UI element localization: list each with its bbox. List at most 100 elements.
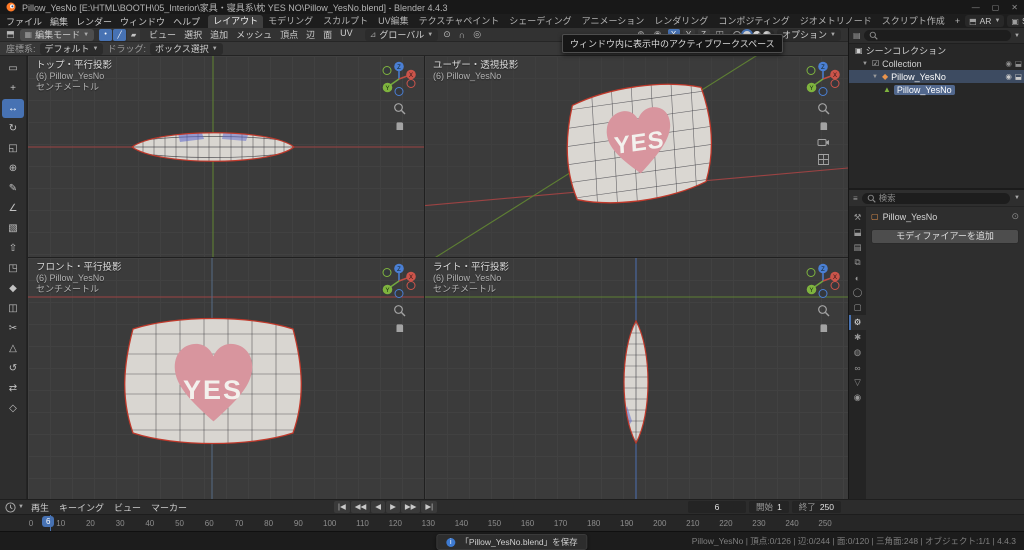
pan-hand-icon[interactable] bbox=[817, 321, 830, 334]
orientation-dropdown[interactable]: ⊿ グローバル ▼ bbox=[364, 28, 439, 41]
pan-hand-icon[interactable] bbox=[393, 119, 406, 132]
zoom-icon[interactable] bbox=[393, 102, 406, 115]
viewport-menu-item[interactable]: 面 bbox=[319, 28, 336, 41]
vertex-select-button[interactable]: • bbox=[99, 28, 113, 41]
drag-dropdown[interactable]: ボックス選択 ▼ bbox=[150, 42, 223, 55]
tab-material[interactable]: ◉ bbox=[849, 390, 866, 405]
hide-eye-icon[interactable]: ◉ bbox=[1005, 72, 1012, 81]
menubar-item[interactable]: ウィンドウ bbox=[116, 15, 169, 28]
tab-shading[interactable]: シェーディング bbox=[504, 15, 576, 28]
viewport-menu-item[interactable]: ビュー bbox=[145, 28, 180, 41]
close-button[interactable]: ✕ bbox=[1011, 3, 1018, 12]
tab-geometry-nodes[interactable]: ジオメトリノード bbox=[795, 15, 877, 28]
outliner-search[interactable] bbox=[863, 30, 1012, 41]
play-button[interactable]: ▶ bbox=[386, 501, 400, 513]
move-tool[interactable]: ↔ bbox=[2, 99, 24, 118]
edge-select-button[interactable]: ╱ bbox=[113, 28, 127, 41]
frame-start-field[interactable]: 開始 1 bbox=[749, 501, 789, 513]
tab-world[interactable]: ◯ bbox=[849, 285, 866, 300]
outliner-editor-icon[interactable]: ▤ bbox=[853, 31, 861, 40]
next-keyframe-button[interactable]: ▶▶ bbox=[400, 501, 421, 513]
timeline-ruler[interactable]: 0 10 20 30 40 50 60 70 80 90 100 110 120 130 140 150 160… bbox=[0, 514, 1024, 531]
play-reverse-button[interactable]: ◀ bbox=[371, 501, 386, 513]
zoom-icon[interactable] bbox=[817, 304, 830, 317]
disable-render-icon[interactable]: ⬓ bbox=[1015, 59, 1022, 68]
tab-object-data[interactable]: ▽ bbox=[849, 375, 866, 390]
knife-tool[interactable]: ✂ bbox=[2, 319, 24, 338]
navigation-gizmo[interactable]: Z X Y bbox=[380, 60, 418, 98]
save-notification[interactable]: i 「Pillow_YesNo.blend」を保存 bbox=[436, 534, 588, 550]
viewport-front[interactable]: YES フロント・平行投影 (6) Pillow_YesNo センチメートル Z… bbox=[28, 258, 424, 499]
tab-compositing[interactable]: コンポジティング bbox=[713, 15, 794, 28]
filter-funnel-icon[interactable]: ▼ bbox=[1014, 195, 1020, 201]
rotate-tool[interactable]: ↻ bbox=[2, 119, 24, 138]
tab-sculpting[interactable]: スカルプト bbox=[318, 15, 373, 28]
transform-tool[interactable]: ⊕ bbox=[2, 159, 24, 178]
timeline-editor-icon[interactable] bbox=[5, 501, 16, 513]
proportional-editing-icon[interactable]: ◎ bbox=[470, 29, 484, 40]
outliner-row-scene-collection[interactable]: ▣ シーンコレクション bbox=[849, 44, 1024, 57]
tab-layout[interactable]: レイアウト bbox=[208, 15, 264, 28]
zoom-icon[interactable] bbox=[817, 102, 830, 115]
transform-orientation-dropdown[interactable]: デフォルト ▼ bbox=[39, 42, 104, 55]
face-select-button[interactable]: ▰ bbox=[127, 28, 141, 41]
add-workspace-button[interactable]: + bbox=[950, 15, 965, 28]
extrude-tool[interactable]: ⇧ bbox=[2, 239, 24, 258]
timeline-menu-item[interactable]: マーカー bbox=[146, 501, 192, 514]
shrink-flatten-tool[interactable]: ◇ bbox=[2, 399, 24, 418]
timeline-menu-item[interactable]: キーイング bbox=[54, 501, 109, 514]
tab-constraints[interactable]: ∞ bbox=[849, 360, 866, 375]
add-cube-tool[interactable]: ▧ bbox=[2, 219, 24, 238]
viewport-menu-item[interactable]: UV bbox=[336, 28, 357, 41]
menubar-item[interactable]: ヘルプ bbox=[169, 15, 204, 28]
maximize-button[interactable]: ▢ bbox=[992, 3, 1000, 12]
pan-hand-icon[interactable] bbox=[817, 119, 830, 132]
previous-keyframe-button[interactable]: ◀◀ bbox=[350, 501, 371, 513]
tab-particles[interactable]: ✱ bbox=[849, 330, 866, 345]
tab-texture-paint[interactable]: テクスチャペイント bbox=[414, 15, 505, 28]
tab-scripting[interactable]: スクリプト作成 bbox=[877, 15, 950, 28]
inset-faces-tool[interactable]: ◳ bbox=[2, 259, 24, 278]
scene-datablock[interactable]: ▣ Scene ✕ bbox=[1007, 15, 1024, 27]
viewport-menu-item[interactable]: 追加 bbox=[206, 28, 232, 41]
spin-tool[interactable]: ↺ bbox=[2, 359, 24, 378]
menubar-item[interactable]: レンダー bbox=[72, 15, 116, 28]
scale-tool[interactable]: ◱ bbox=[2, 139, 24, 158]
navigation-gizmo[interactable]: Z X Y bbox=[804, 262, 842, 300]
tab-output[interactable]: ▤ bbox=[849, 240, 866, 255]
viewport-menu-item[interactable]: メッシュ bbox=[232, 28, 276, 41]
viewport-menu-item[interactable]: 辺 bbox=[302, 28, 319, 41]
loop-cut-tool[interactable]: ◫ bbox=[2, 299, 24, 318]
tab-physics[interactable]: ◍ bbox=[849, 345, 866, 360]
camera-view-icon[interactable] bbox=[817, 136, 830, 149]
poly-build-tool[interactable]: △ bbox=[2, 339, 24, 358]
disable-render-icon[interactable]: ⬓ bbox=[1015, 72, 1022, 81]
navigation-gizmo[interactable]: Z X Y bbox=[380, 262, 418, 300]
editor-type-icon[interactable]: ⬒ bbox=[3, 29, 18, 40]
viewport-menu-item[interactable]: 頂点 bbox=[276, 28, 302, 41]
filter-funnel-icon[interactable]: ▼ bbox=[1014, 33, 1020, 39]
tab-animation[interactable]: アニメーション bbox=[577, 15, 650, 28]
viewport-right[interactable]: ライト・平行投影 (6) Pillow_YesNo センチメートル ZXY bbox=[425, 258, 848, 499]
cursor-tool[interactable]: + bbox=[2, 79, 24, 98]
annotate-tool[interactable]: ✎ bbox=[2, 179, 24, 198]
select-box-tool[interactable]: ▭ bbox=[2, 59, 24, 78]
navigation-gizmo[interactable]: Z X Y bbox=[804, 60, 842, 98]
properties-editor-icon[interactable]: ≡ bbox=[853, 194, 858, 203]
jump-to-end-button[interactable]: ▶| bbox=[421, 501, 438, 513]
pan-hand-icon[interactable] bbox=[393, 321, 406, 334]
snap-magnet-icon[interactable]: ∩ bbox=[456, 30, 468, 40]
outliner-row-collection[interactable]: ▼ ☑ Collection ◉ ⬓ bbox=[849, 57, 1024, 70]
tab-render[interactable]: ⬓ bbox=[849, 225, 866, 240]
pivot-point-icon[interactable]: ⊙ bbox=[440, 29, 454, 40]
tab-scene[interactable]: ◐ bbox=[849, 270, 866, 285]
checkbox-icon[interactable]: ☑ bbox=[872, 59, 879, 68]
expand-icon[interactable]: ▼ bbox=[871, 74, 879, 80]
jump-to-start-button[interactable]: |◀ bbox=[334, 501, 350, 513]
tab-modeling[interactable]: モデリング bbox=[263, 15, 318, 28]
zoom-icon[interactable] bbox=[393, 304, 406, 317]
pin-icon[interactable]: ⊙ bbox=[1011, 211, 1019, 222]
add-modifier-button[interactable]: モディファイアーを追加 bbox=[871, 229, 1019, 244]
outliner-row-object[interactable]: ▼ ◆ Pillow_YesNo ◉ ⬓ bbox=[849, 70, 1024, 83]
viewport-top[interactable]: トップ・平行投影 (6) Pillow_YesNo センチメートル ZXY bbox=[28, 56, 424, 257]
